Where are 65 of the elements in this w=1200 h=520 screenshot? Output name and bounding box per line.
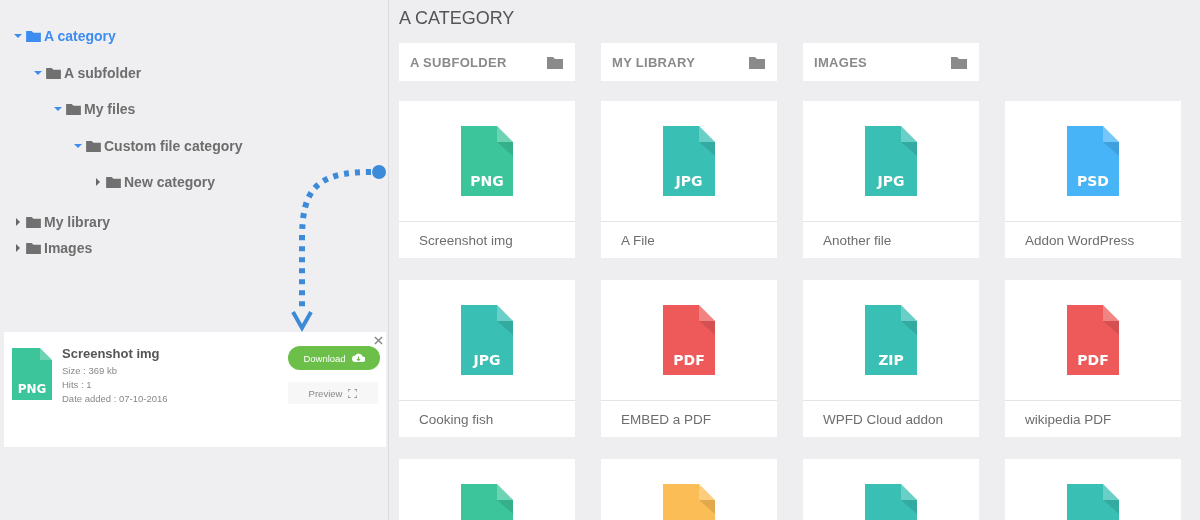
tree-item[interactable]: Custom file category — [104, 137, 243, 154]
file-name: EMBED a PDF — [620, 410, 713, 429]
caret-icon[interactable] — [94, 178, 102, 187]
folder-icon — [86, 139, 101, 152]
caret-icon[interactable] — [54, 105, 62, 114]
file-card[interactable]: JPG Cooking fish — [399, 280, 575, 437]
file-card[interactable]: PDF EMBED a PDF — [601, 280, 777, 437]
folder-icon — [951, 55, 967, 69]
file-name: Addon WordPress — [1024, 231, 1136, 250]
document-icon: PDF — [663, 305, 715, 375]
file-name: WPFD Cloud addon — [822, 410, 945, 429]
folder-name: A SUBFOLDER — [410, 54, 507, 70]
caret-icon[interactable] — [34, 68, 42, 77]
file-card[interactable]: PNG Screenshot img — [399, 101, 575, 258]
cloud-icon — [351, 353, 365, 363]
file-card[interactable]: JPG Another file — [803, 101, 979, 258]
tree-item[interactable]: My library — [44, 213, 111, 230]
document-icon: PNG — [461, 126, 513, 196]
download-button[interactable]: Download — [288, 346, 380, 370]
caret-icon[interactable] — [14, 217, 22, 226]
folder-icon — [26, 241, 41, 254]
document-icon: PDF — [1067, 305, 1119, 375]
folder-card[interactable]: A SUBFOLDER — [399, 43, 575, 81]
caret-icon[interactable] — [14, 243, 22, 252]
folder-icon — [26, 30, 41, 43]
file-name: A File — [620, 231, 656, 250]
tree-item[interactable]: A category — [44, 28, 116, 45]
file-name: Cooking fish — [418, 410, 495, 429]
close-icon[interactable] — [374, 336, 383, 345]
file-name: wikipedia PDF — [1024, 410, 1113, 429]
document-icon: JPG — [663, 126, 715, 196]
tree-item[interactable]: My files — [84, 101, 136, 118]
folder-icon — [547, 55, 563, 69]
document-icon: ZIP — [865, 305, 917, 375]
folder-name: IMAGES — [814, 54, 868, 70]
folder-icon — [46, 66, 61, 79]
file-name: Screenshot img — [418, 231, 514, 250]
file-title: Screenshot img — [62, 346, 161, 361]
folder-card[interactable]: IMAGES — [803, 43, 979, 81]
document-icon: JPG — [865, 126, 917, 196]
file-card[interactable]: ZIP WPFD Cloud addon — [803, 280, 979, 437]
file-name: Another file — [822, 231, 893, 250]
tree-item[interactable]: Images — [44, 239, 93, 256]
file-card[interactable]: PDF wikipedia PDF — [1005, 280, 1181, 437]
tree-item[interactable]: A subfolder — [64, 64, 142, 81]
expand-icon — [348, 388, 358, 398]
file-date: Date added : 07-10-2016 — [62, 392, 169, 406]
file-card[interactable]: PSD Addon WordPress — [1005, 101, 1181, 258]
folder-card[interactable]: MY LIBRARY — [601, 43, 777, 81]
folder-icon — [26, 215, 41, 228]
preview-button[interactable]: Preview — [288, 382, 378, 404]
folder-name: MY LIBRARY — [612, 54, 696, 70]
file-size: Size : 369 kb — [62, 364, 118, 378]
file-hits: Hits : 1 — [62, 378, 93, 392]
folder-icon — [66, 103, 81, 116]
document-icon: JPG — [461, 305, 513, 375]
folder-icon — [749, 55, 765, 69]
caret-icon[interactable] — [14, 32, 22, 41]
caret-icon[interactable] — [74, 141, 82, 150]
file-card[interactable]: JPG A File — [601, 101, 777, 258]
folder-icon — [106, 176, 121, 189]
document-icon: PNG — [12, 348, 52, 400]
tree-item[interactable]: New category — [124, 174, 216, 191]
category-title: A CATEGORY — [399, 8, 516, 30]
document-icon: PSD — [1067, 126, 1119, 196]
